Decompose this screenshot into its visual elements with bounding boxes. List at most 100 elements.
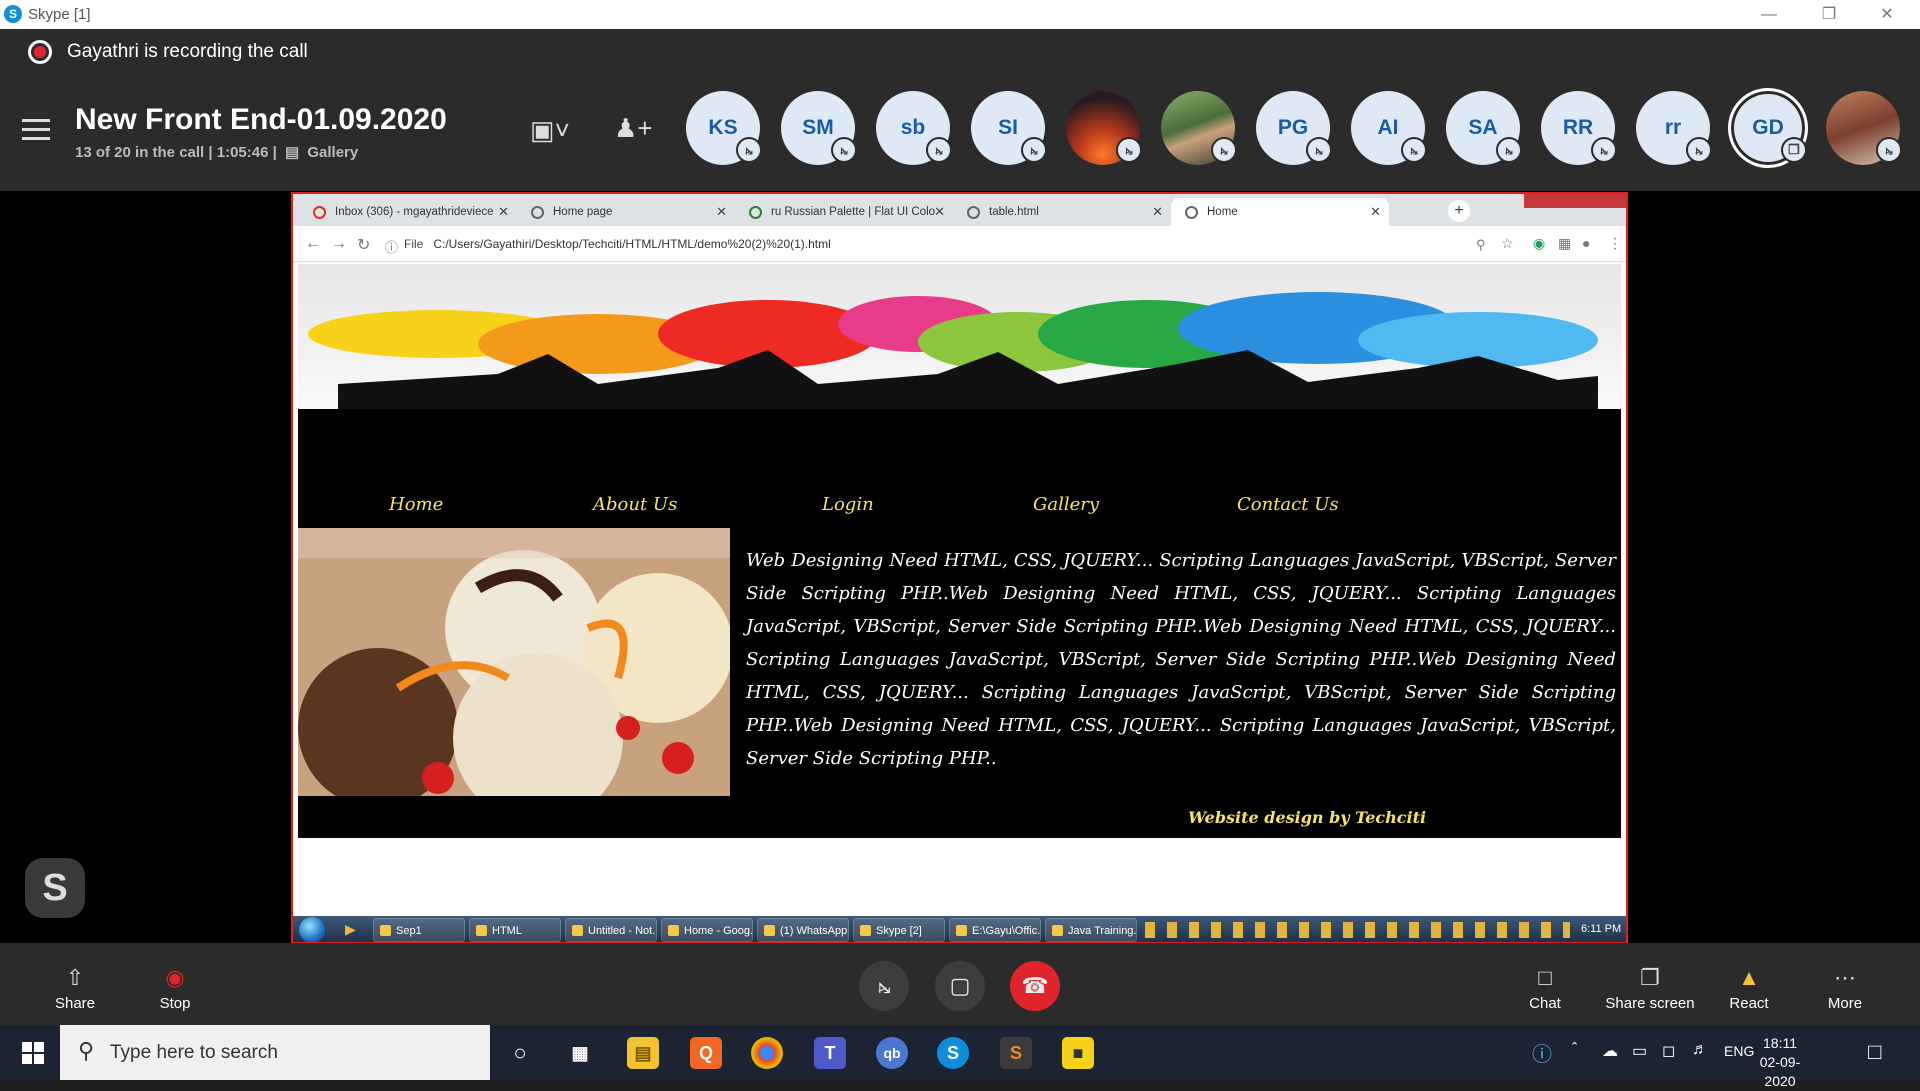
participant-avatar[interactable]: rr ⦮: [1636, 91, 1712, 165]
close-tab-icon[interactable]: ✕: [498, 198, 509, 226]
back-icon[interactable]: ←: [305, 235, 321, 253]
remote-taskbar-button[interactable]: Home - Goog...: [661, 918, 753, 942]
nav-home[interactable]: Home: [389, 494, 443, 515]
participant-avatar[interactable]: SA ⦮: [1446, 91, 1522, 165]
file-explorer-icon[interactable]: ▤: [627, 1037, 659, 1069]
participant-avatar-presenter[interactable]: GD ❐: [1728, 88, 1808, 168]
grammarly-icon[interactable]: ◉: [1533, 235, 1545, 252]
mic-muted-icon: ⦮: [1211, 137, 1237, 163]
participant-initials: RR: [1562, 116, 1594, 139]
close-tab-icon[interactable]: ✕: [716, 198, 727, 226]
new-tab-button[interactable]: +: [1448, 200, 1470, 222]
skype-taskbar-icon[interactable]: S: [937, 1037, 969, 1069]
participant-initials: AI: [1377, 116, 1399, 139]
menu-icon[interactable]: [22, 119, 50, 141]
browser-tab-active[interactable]: Home ✕: [1171, 198, 1389, 226]
close-button[interactable]: ✕: [1858, 0, 1916, 29]
cortana-icon[interactable]: ○: [504, 1037, 536, 1069]
task-view-icon[interactable]: ▦: [564, 1037, 596, 1069]
close-tab-icon[interactable]: ✕: [934, 198, 945, 226]
nav-about-us[interactable]: About Us: [593, 494, 677, 515]
profile-icon[interactable]: ●: [1582, 235, 1590, 251]
nav-gallery[interactable]: Gallery: [1033, 494, 1099, 515]
remote-taskbar-button[interactable]: (1) WhatsApp...: [757, 918, 849, 942]
chat-button[interactable]: □ Chat: [1520, 965, 1570, 1012]
end-call-button[interactable]: ☎: [1010, 961, 1060, 1011]
remote-taskbar-button[interactable]: Sep1: [373, 918, 465, 942]
remote-tray-icons[interactable]: [1145, 922, 1570, 938]
layout-icon[interactable]: ▣˅: [530, 115, 570, 146]
chrome-menu-icon[interactable]: ⋮: [1608, 235, 1622, 252]
share-button[interactable]: ⇧ Share: [50, 965, 100, 1012]
sublime-icon[interactable]: S: [1000, 1037, 1032, 1069]
thumbs-up-icon: ▲: [1738, 965, 1760, 990]
restore-button[interactable]: ❐: [1800, 0, 1858, 29]
teams-icon[interactable]: T: [814, 1037, 846, 1069]
more-button[interactable]: ⋯ More: [1820, 965, 1870, 1012]
browser-window-controls[interactable]: [1524, 194, 1626, 208]
wifi-icon[interactable]: ◻: [1662, 1041, 1675, 1061]
minimize-button[interactable]: —: [1740, 0, 1798, 29]
site-credit: Website design by Techciti: [1188, 808, 1427, 827]
site-navigation: Home About Us Login Gallery Contact Us: [298, 444, 1621, 524]
gallery-icon: ▤: [284, 144, 300, 161]
tray-chevron-icon[interactable]: ˆ: [1572, 1041, 1577, 1059]
extensions-icon[interactable]: ▦: [1558, 235, 1571, 252]
sticky-notes-icon[interactable]: ■: [1062, 1037, 1094, 1069]
remote-taskbar-button[interactable]: Untitled - Not...: [565, 918, 657, 942]
share-screen-button[interactable]: ❐ Share screen: [1602, 965, 1698, 1012]
onedrive-icon[interactable]: ☁: [1602, 1041, 1618, 1061]
participant-avatar-photo[interactable]: ⦮: [1066, 91, 1142, 165]
browser-tab[interactable]: Home page ✕: [517, 198, 735, 226]
participant-avatar[interactable]: KS ⦮: [686, 91, 762, 165]
nav-login[interactable]: Login: [822, 494, 874, 515]
qlik-icon[interactable]: Q: [690, 1037, 722, 1069]
windows-start-icon[interactable]: [22, 1042, 44, 1064]
stop-recording-button[interactable]: ◉ Stop: [150, 965, 200, 1012]
taskbar-clock[interactable]: 18:11 02-09-2020: [1745, 1034, 1815, 1091]
battery-icon[interactable]: ▭: [1632, 1041, 1647, 1061]
participant-avatar[interactable]: RR ⦮: [1541, 91, 1617, 165]
reload-icon[interactable]: ↻: [357, 235, 370, 255]
view-mode[interactable]: Gallery: [307, 144, 358, 161]
skype-logo-icon: S: [4, 5, 22, 23]
qbittorrent-icon[interactable]: qb: [876, 1037, 908, 1069]
participant-avatar-photo[interactable]: ⦮: [1161, 91, 1237, 165]
browser-tab[interactable]: Inbox (306) - mgayathrideviece ✕: [299, 198, 517, 226]
video-button[interactable]: ▢: [935, 961, 985, 1011]
bookmark-star-icon[interactable]: ☆: [1501, 235, 1514, 252]
browser-tab[interactable]: table.html ✕: [953, 198, 1171, 226]
participant-avatar[interactable]: PG ⦮: [1256, 91, 1332, 165]
windows-start-icon[interactable]: [299, 917, 325, 942]
volume-icon[interactable]: ♬: [1692, 1041, 1708, 1059]
remote-taskbar-button[interactable]: Java Training...: [1045, 918, 1137, 942]
close-tab-icon[interactable]: ✕: [1370, 198, 1381, 226]
zoom-icon[interactable]: ⚲: [1476, 237, 1486, 253]
close-tab-icon[interactable]: ✕: [1152, 198, 1163, 226]
participant-avatar[interactable]: sb ⦮: [876, 91, 952, 165]
taskbar-search-input[interactable]: ⚲ Type here to search: [60, 1025, 490, 1080]
clock-time: 18:11: [1763, 1035, 1797, 1051]
chrome-icon[interactable]: [751, 1037, 783, 1069]
participant-avatar[interactable]: SI ⦮: [971, 91, 1047, 165]
mic-muted-icon: ⦮: [831, 137, 857, 163]
nav-contact-us[interactable]: Contact Us: [1237, 494, 1339, 515]
forward-icon[interactable]: →: [331, 235, 347, 253]
react-button[interactable]: ▲ React: [1724, 965, 1774, 1012]
remote-taskbar-button[interactable]: Skype [2]: [853, 918, 945, 942]
remote-taskbar-button[interactable]: HTML: [469, 918, 561, 942]
browser-tab[interactable]: ru Russian Palette | Flat UI Colo ✕: [735, 198, 953, 226]
add-people-icon[interactable]: ♟+: [614, 113, 653, 144]
help-icon[interactable]: ⓘ: [1532, 1038, 1552, 1067]
participant-avatar-photo[interactable]: ⦮: [1826, 91, 1902, 165]
notification-center-icon[interactable]: □: [1868, 1039, 1881, 1065]
participant-avatar[interactable]: AI ⦮: [1351, 91, 1427, 165]
participant-avatar[interactable]: SM ⦮: [781, 91, 857, 165]
mute-button[interactable]: ⦮: [859, 961, 909, 1011]
remote-taskbar-button[interactable]: E:\Gayu\Offic...: [949, 918, 1041, 942]
stop-label: Stop: [159, 995, 191, 1012]
media-player-icon[interactable]: ▶: [345, 921, 356, 938]
chat-label: Chat: [1529, 995, 1561, 1012]
clock-date: 02-09-2020: [1759, 1054, 1801, 1089]
address-bar[interactable]: File C:/Users/Gayathiri/Desktop/Techciti/…: [404, 237, 831, 251]
